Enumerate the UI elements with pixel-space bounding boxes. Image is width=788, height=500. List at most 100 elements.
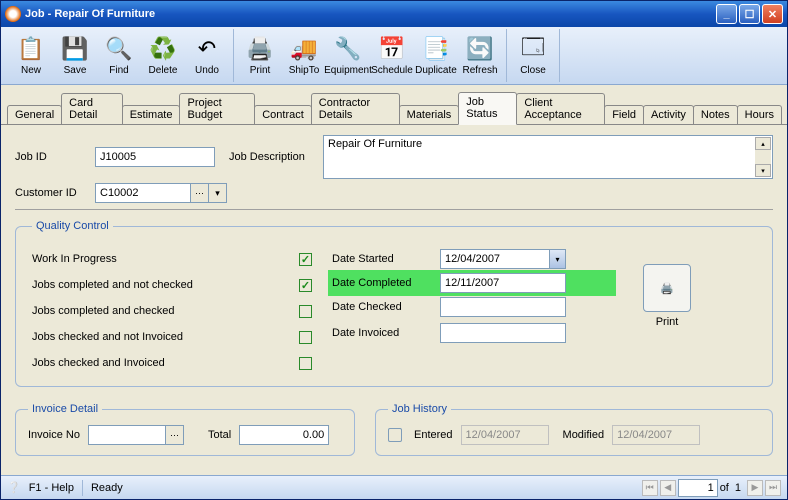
modified-label: Modified — [563, 429, 605, 441]
nav-next[interactable]: ▶ — [747, 480, 763, 496]
qc-checkbox[interactable]: ✓ — [299, 279, 312, 292]
qc-check-row: Jobs checked and Invoiced — [32, 350, 312, 376]
tab-contract[interactable]: Contract — [254, 105, 312, 124]
print-button[interactable]: 🖨️ — [643, 264, 691, 312]
nav-first[interactable]: ⏮ — [642, 480, 658, 496]
app-icon — [5, 6, 21, 22]
page-input[interactable] — [678, 479, 718, 497]
tab-contractor-details[interactable]: Contractor Details — [311, 93, 400, 124]
invoice-lookup-button[interactable]: ⋯ — [166, 425, 184, 445]
new-button[interactable]: 📋New — [9, 30, 53, 82]
date-completed-row: Date Completed 12/11/2007 — [328, 270, 616, 296]
customer-id-input[interactable] — [95, 183, 191, 203]
date-started-input[interactable]: 12/04/2007 — [440, 249, 550, 269]
close-button[interactable]: 🗔 Close — [511, 30, 555, 82]
shipto-button[interactable]: 🚚ShipTo — [282, 30, 326, 82]
qc-check-label: Jobs completed and checked — [32, 305, 299, 317]
duplicate-label: Duplicate — [415, 65, 457, 76]
save-button[interactable]: 💾Save — [53, 30, 97, 82]
schedule-label: Schedule — [371, 65, 413, 76]
qc-checkbox[interactable] — [299, 331, 312, 344]
tab-hours[interactable]: Hours — [737, 105, 782, 124]
desc-scrollbar[interactable]: ▴▾ — [755, 137, 771, 177]
record-navigator: ⏮ ◀ of 1 ▶ ⏭ — [642, 479, 781, 497]
shipto-label: ShipTo — [289, 65, 320, 76]
delete-icon: ♻️ — [149, 35, 177, 63]
find-icon: 🔍 — [105, 35, 133, 63]
tab-materials[interactable]: Materials — [399, 105, 460, 124]
nav-prev[interactable]: ◀ — [660, 480, 676, 496]
job-desc-text: Repair Of Furniture — [328, 138, 422, 150]
qc-checkbox[interactable]: ✓ — [299, 253, 312, 266]
history-legend: Job History — [388, 403, 451, 415]
schedule-button[interactable]: 📅 Schedule — [370, 30, 414, 82]
duplicate-button[interactable]: 📑Duplicate — [414, 30, 458, 82]
qc-check-row: Work In Progress✓ — [32, 246, 312, 272]
save-icon: 💾 — [61, 35, 89, 63]
customer-lookup-button[interactable]: ⋯ — [191, 183, 209, 203]
maximize-button[interactable]: ☐ — [739, 4, 760, 24]
total-pages: 1 — [735, 482, 741, 494]
tab-activity[interactable]: Activity — [643, 105, 694, 124]
date-checked-input[interactable] — [440, 297, 566, 317]
date-started-dropdown[interactable]: ▾ — [550, 249, 566, 269]
tab-notes[interactable]: Notes — [693, 105, 738, 124]
qc-checkbox[interactable] — [299, 305, 312, 318]
qc-check-row: Jobs completed and not checked✓ — [32, 272, 312, 298]
close-icon: 🗔 — [519, 35, 547, 63]
minimize-button[interactable]: _ — [716, 4, 737, 24]
refresh-button[interactable]: 🔄Refresh — [458, 30, 502, 82]
qc-checkbox[interactable] — [299, 357, 312, 370]
print-label: Print — [656, 316, 679, 328]
print-button[interactable]: 🖨️Print — [238, 30, 282, 82]
tab-card-detail[interactable]: Card Detail — [61, 93, 123, 124]
equipment-icon: 🔧 — [334, 35, 362, 63]
print-icon: 🖨️ — [246, 35, 274, 63]
tab-client-acceptance[interactable]: Client Acceptance — [516, 93, 605, 124]
entered-label: Entered — [414, 429, 453, 441]
delete-button[interactable]: ♻️Delete — [141, 30, 185, 82]
qc-check-label: Jobs completed and not checked — [32, 279, 299, 291]
find-button[interactable]: 🔍Find — [97, 30, 141, 82]
help-icon[interactable]: ❔ — [7, 481, 21, 494]
job-id-label: Job ID — [15, 151, 95, 163]
refresh-icon: 🔄 — [466, 35, 494, 63]
customer-id-label: Customer ID — [15, 187, 95, 199]
content-area: Job ID Job Description Repair Of Furnitu… — [1, 125, 787, 475]
tab-strip: GeneralCard DetailEstimateProject Budget… — [1, 85, 787, 125]
customer-dropdown-button[interactable]: ▾ — [209, 183, 227, 203]
quality-control-fieldset: Quality Control Work In Progress✓Jobs co… — [15, 220, 773, 387]
undo-button[interactable]: ↶Undo — [185, 30, 229, 82]
window-title: Job - Repair Of Furniture — [25, 8, 716, 20]
equipment-label: Equipment — [324, 65, 372, 76]
close-label: Close — [520, 65, 546, 76]
total-input[interactable] — [239, 425, 329, 445]
new-label: New — [21, 65, 41, 76]
tab-estimate[interactable]: Estimate — [122, 105, 181, 124]
tab-project-budget[interactable]: Project Budget — [179, 93, 255, 124]
invoice-no-label: Invoice No — [28, 429, 80, 441]
tab-field[interactable]: Field — [604, 105, 644, 124]
date-invoiced-input[interactable] — [440, 323, 566, 343]
invoice-legend: Invoice Detail — [28, 403, 102, 415]
job-id-input[interactable] — [95, 147, 215, 167]
tab-general[interactable]: General — [7, 105, 62, 124]
history-checkbox[interactable] — [388, 428, 402, 442]
entered-date: 12/04/2007 — [461, 425, 549, 445]
invoice-no-input[interactable] — [88, 425, 166, 445]
nav-last[interactable]: ⏭ — [765, 480, 781, 496]
schedule-icon: 📅 — [378, 35, 406, 63]
date-invoiced-label: Date Invoiced — [332, 327, 432, 339]
qc-check-row: Jobs checked and not Invoiced — [32, 324, 312, 350]
qc-check-label: Work In Progress — [32, 253, 299, 265]
job-desc-textarea[interactable]: Repair Of Furniture ▴▾ — [323, 135, 773, 179]
status-text: Ready — [91, 482, 123, 494]
tab-job-status[interactable]: Job Status — [458, 92, 517, 125]
window: Job - Repair Of Furniture _ ☐ ✕ 📋New💾Sav… — [0, 0, 788, 500]
date-completed-input[interactable]: 12/11/2007 — [440, 273, 566, 293]
printer-icon: 🖨️ — [660, 282, 674, 295]
titlebar[interactable]: Job - Repair Of Furniture _ ☐ ✕ — [1, 1, 787, 27]
close-button[interactable]: ✕ — [762, 4, 783, 24]
equipment-button[interactable]: 🔧 Equipment — [326, 30, 370, 82]
date-completed-label: Date Completed — [332, 277, 432, 289]
